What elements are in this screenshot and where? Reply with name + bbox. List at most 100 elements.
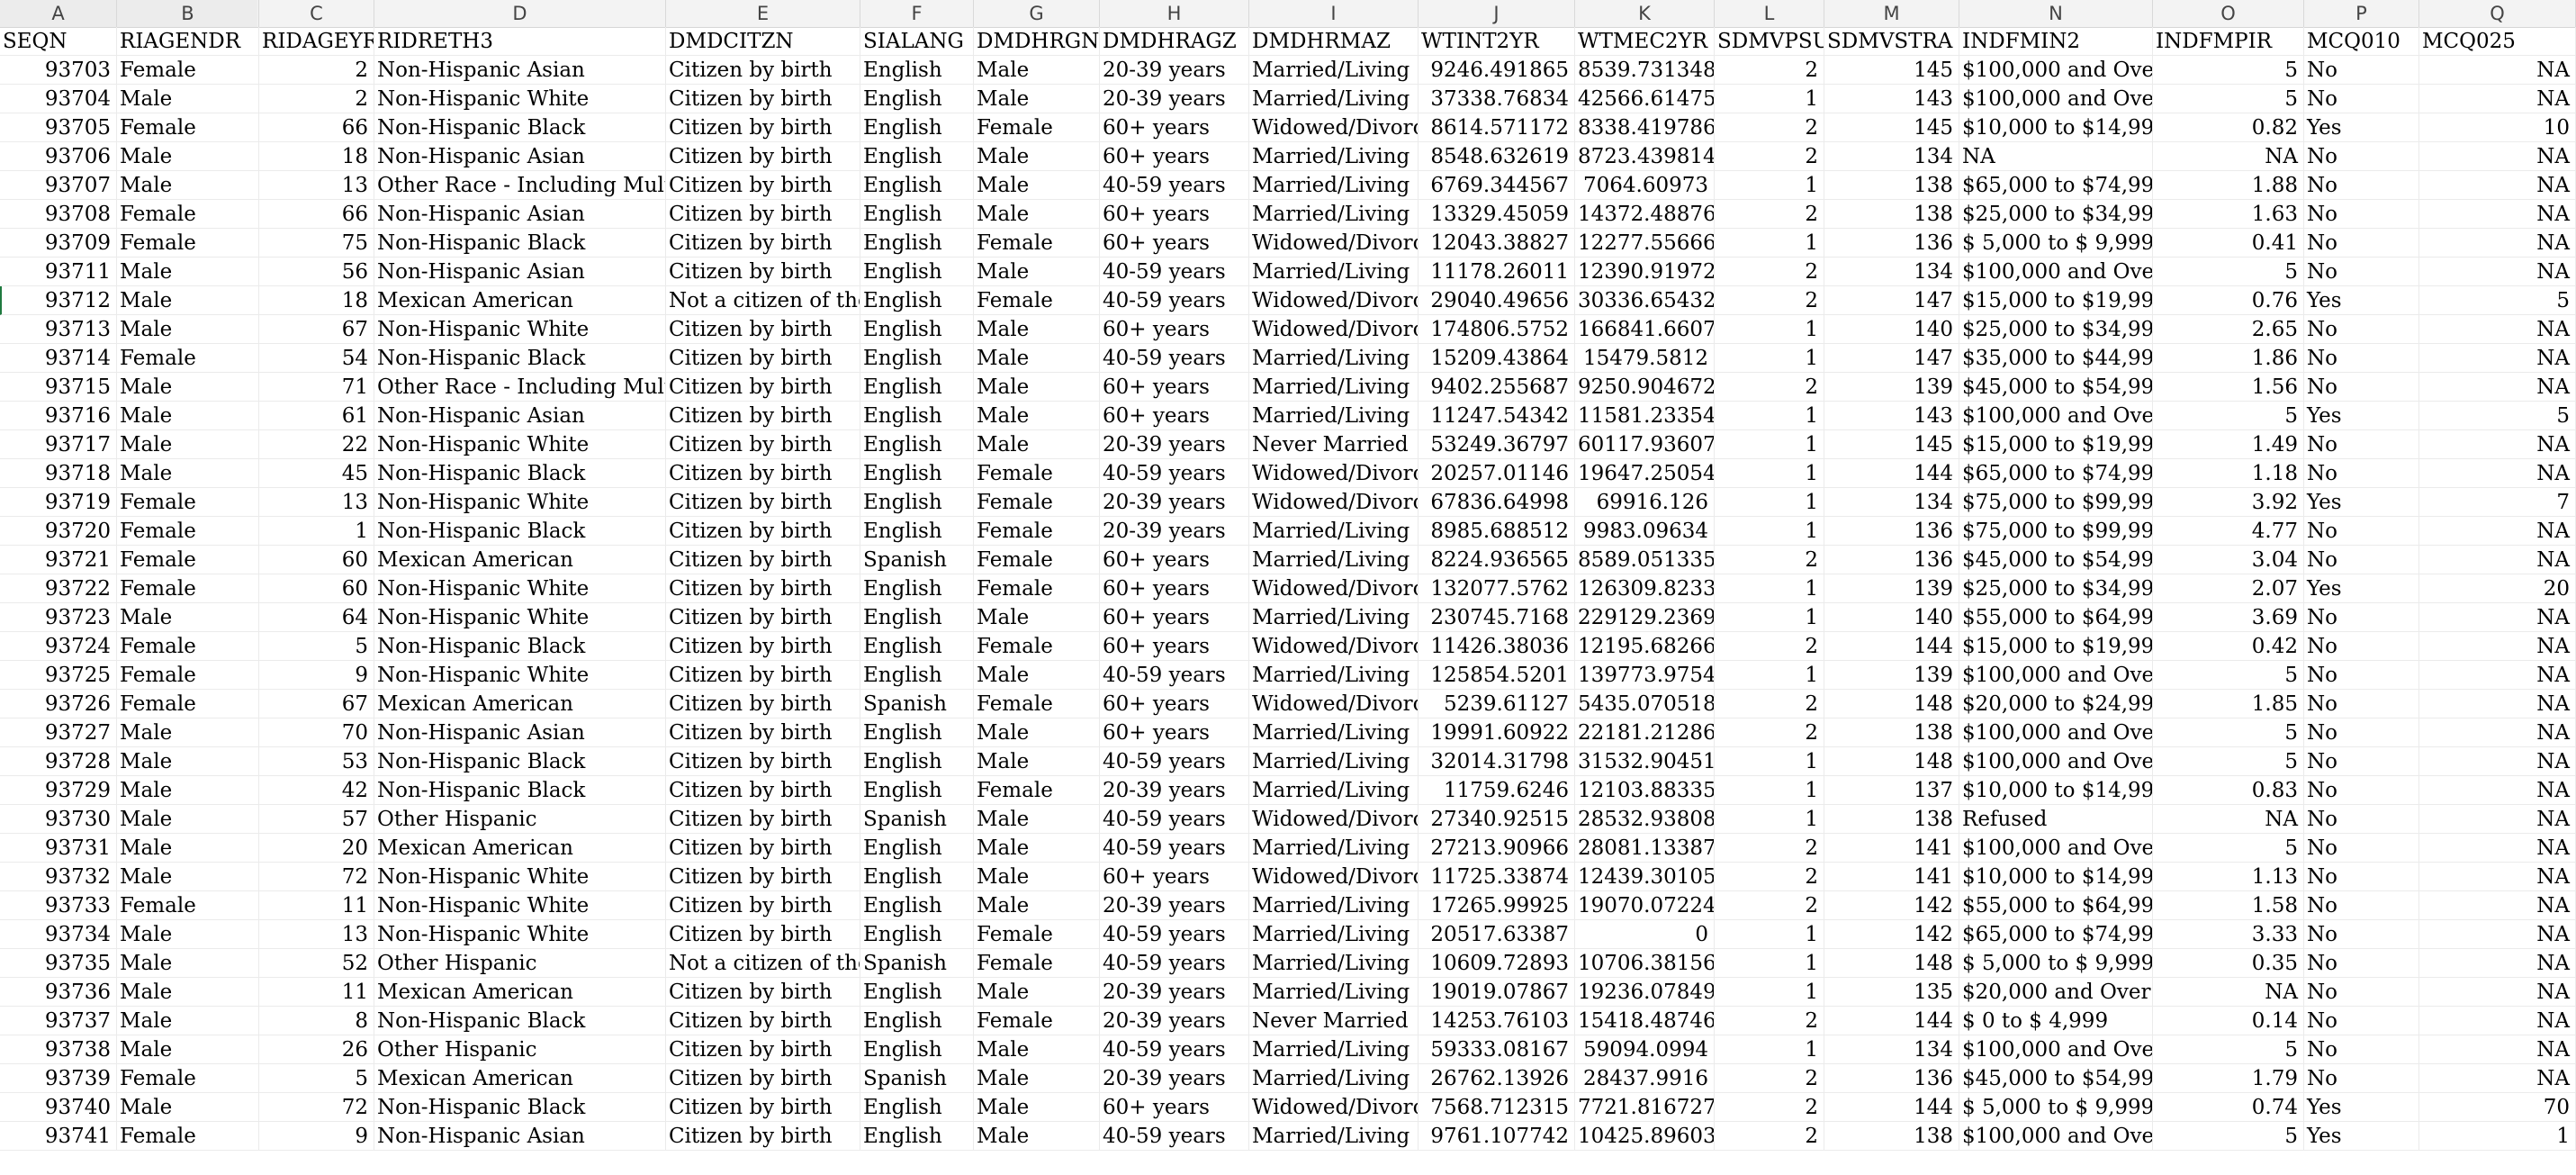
column-header-n[interactable]: N	[1959, 0, 2153, 27]
cell-j[interactable]: 10609.72893	[1419, 949, 1575, 978]
cell-c[interactable]: 42	[259, 776, 374, 805]
cell-i[interactable]: Married/Living	[1249, 834, 1419, 863]
cell-l[interactable]: 1	[1715, 344, 1824, 373]
cell-l[interactable]: 2	[1715, 719, 1824, 747]
cell-p[interactable]: No	[2304, 863, 2419, 891]
cell-m[interactable]: 148	[1824, 949, 1959, 978]
cell-f[interactable]: English	[860, 747, 974, 776]
cell-d[interactable]: Non-Hispanic Black	[374, 632, 666, 661]
cell-l[interactable]: 2	[1715, 1122, 1824, 1151]
cell-m[interactable]: 148	[1824, 690, 1959, 719]
cell-b[interactable]: Female	[117, 1122, 259, 1151]
cell-h[interactable]: 20-39 years	[1100, 488, 1249, 517]
cell-n[interactable]: $100,000 and Over	[1959, 85, 2153, 113]
cell-p[interactable]: No	[2304, 1064, 2419, 1093]
cell-j[interactable]: 174806.5752	[1419, 315, 1575, 344]
cell-l[interactable]: 1	[1715, 805, 1824, 834]
column-header-j[interactable]: J	[1419, 0, 1575, 27]
cell-b[interactable]: Female	[117, 661, 259, 690]
cell-h[interactable]: 40-59 years	[1100, 920, 1249, 949]
cell-l[interactable]: 1	[1715, 517, 1824, 546]
cell-b[interactable]: Female	[117, 891, 259, 920]
cell-h[interactable]: 20-39 years	[1100, 85, 1249, 113]
cell-c[interactable]: 11	[259, 891, 374, 920]
cell-p[interactable]: No	[2304, 603, 2419, 632]
column-header-c[interactable]: C	[259, 0, 374, 27]
cell-e[interactable]: Citizen by birth	[666, 863, 860, 891]
cell-q[interactable]: NA	[2419, 85, 2576, 113]
cell-d[interactable]: Non-Hispanic Black	[374, 113, 666, 142]
cell-i[interactable]: Married/Living	[1249, 258, 1419, 286]
cell-l[interactable]: 1	[1715, 85, 1824, 113]
cell-l[interactable]: 2	[1715, 632, 1824, 661]
cell-k[interactable]: 11581.23354	[1575, 402, 1715, 430]
cell-a[interactable]: 93741	[0, 1122, 117, 1151]
cell-f[interactable]: English	[860, 603, 974, 632]
cell-q[interactable]: 5	[2419, 402, 2576, 430]
cell-f[interactable]: English	[860, 1122, 974, 1151]
cell-o[interactable]: 1.85	[2153, 690, 2304, 719]
cell-l[interactable]: 2	[1715, 1093, 1824, 1122]
cell-i[interactable]: Widowed/Divorced	[1249, 459, 1419, 488]
cell-m[interactable]: 138	[1824, 200, 1959, 229]
cell-i[interactable]: Widowed/Divorced	[1249, 805, 1419, 834]
cell-h[interactable]: 40-59 years	[1100, 459, 1249, 488]
cell-b[interactable]: Male	[117, 315, 259, 344]
cell-a[interactable]: 93704	[0, 85, 117, 113]
cell-j[interactable]: 13329.45059	[1419, 200, 1575, 229]
cell-p[interactable]: Yes	[2304, 286, 2419, 315]
cell-e[interactable]: DMDCITZN	[666, 27, 860, 56]
cell-p[interactable]: No	[2304, 459, 2419, 488]
cell-g[interactable]: Male	[974, 863, 1100, 891]
cell-h[interactable]: 60+ years	[1100, 574, 1249, 603]
cell-j[interactable]: 7568.712315	[1419, 1093, 1575, 1122]
cell-h[interactable]: 60+ years	[1100, 200, 1249, 229]
cell-b[interactable]: Male	[117, 373, 259, 402]
cell-e[interactable]: Citizen by birth	[666, 920, 860, 949]
cell-p[interactable]: No	[2304, 747, 2419, 776]
cell-l[interactable]: 1	[1715, 574, 1824, 603]
cell-h[interactable]: 60+ years	[1100, 315, 1249, 344]
cell-p[interactable]: No	[2304, 632, 2419, 661]
cell-e[interactable]: Citizen by birth	[666, 229, 860, 258]
cell-q[interactable]: NA	[2419, 719, 2576, 747]
cell-o[interactable]: 0.14	[2153, 1007, 2304, 1035]
cell-a[interactable]: 93714	[0, 344, 117, 373]
cell-c[interactable]: 2	[259, 85, 374, 113]
cell-g[interactable]: Male	[974, 978, 1100, 1007]
cell-o[interactable]: 4.77	[2153, 517, 2304, 546]
cell-l[interactable]: 2	[1715, 1007, 1824, 1035]
cell-c[interactable]: 61	[259, 402, 374, 430]
cell-j[interactable]: 8985.688512	[1419, 517, 1575, 546]
cell-j[interactable]: 32014.31798	[1419, 747, 1575, 776]
cell-o[interactable]: 2.07	[2153, 574, 2304, 603]
cell-d[interactable]: Non-Hispanic Black	[374, 747, 666, 776]
cell-a[interactable]: 93723	[0, 603, 117, 632]
cell-i[interactable]: Widowed/Divorced	[1249, 286, 1419, 315]
cell-a[interactable]: 93732	[0, 863, 117, 891]
cell-a[interactable]: 93731	[0, 834, 117, 863]
cell-k[interactable]: 28532.93808	[1575, 805, 1715, 834]
cell-c[interactable]: 66	[259, 200, 374, 229]
cell-d[interactable]: Non-Hispanic Black	[374, 1093, 666, 1122]
cell-n[interactable]: $100,000 and Over	[1959, 719, 2153, 747]
cell-c[interactable]: 66	[259, 113, 374, 142]
cell-d[interactable]: Non-Hispanic Asian	[374, 402, 666, 430]
cell-c[interactable]: 67	[259, 315, 374, 344]
cell-k[interactable]: 12195.68266	[1575, 632, 1715, 661]
cell-e[interactable]: Citizen by birth	[666, 1007, 860, 1035]
cell-l[interactable]: 2	[1715, 863, 1824, 891]
cell-m[interactable]: 144	[1824, 632, 1959, 661]
cell-a[interactable]: 93718	[0, 459, 117, 488]
cell-l[interactable]: 1	[1715, 459, 1824, 488]
cell-o[interactable]: 1.88	[2153, 171, 2304, 200]
cell-g[interactable]: Male	[974, 142, 1100, 171]
cell-b[interactable]: Male	[117, 286, 259, 315]
cell-c[interactable]: 71	[259, 373, 374, 402]
cell-c[interactable]: 60	[259, 546, 374, 574]
cell-k[interactable]: 12439.30105	[1575, 863, 1715, 891]
cell-f[interactable]: English	[860, 488, 974, 517]
cell-m[interactable]: 138	[1824, 719, 1959, 747]
cell-i[interactable]: Widowed/Divorced	[1249, 488, 1419, 517]
cell-a[interactable]: 93722	[0, 574, 117, 603]
